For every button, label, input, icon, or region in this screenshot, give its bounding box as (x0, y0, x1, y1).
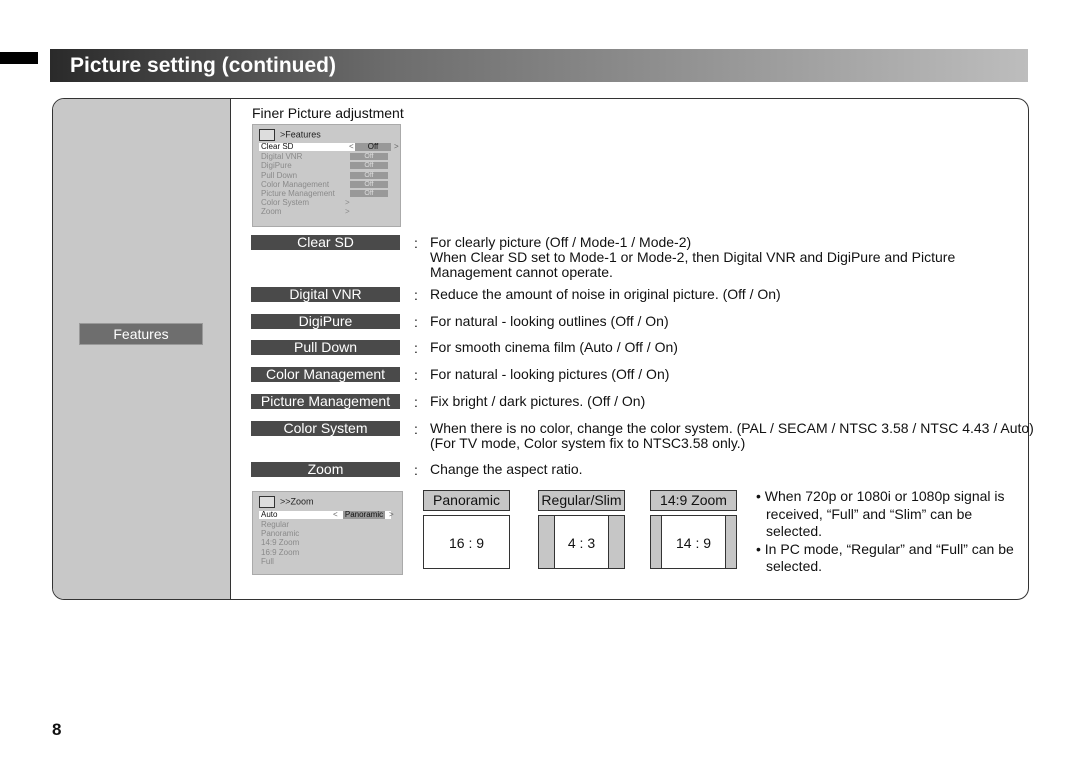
osd-row: Picture Management (261, 189, 335, 198)
picture-icon (259, 129, 275, 141)
osd-title: >>Zoom (280, 496, 314, 507)
aspect-diagram: 14 : 9 (650, 515, 737, 569)
feature-label: Digital VNR (251, 287, 400, 302)
header-bar: Picture setting (continued) (50, 49, 1028, 82)
osd-row-selected: Clear SD < Off > (259, 142, 399, 151)
feature-description: For natural - looking outlines (Off / On… (430, 313, 669, 329)
page-title: Picture setting (continued) (70, 54, 337, 77)
aspect-label: Regular/Slim (538, 490, 625, 511)
osd-row: 16:9 Zoom (261, 547, 300, 557)
aspect-diagram: 4 : 3 (538, 515, 625, 569)
feature-label: Color Management (251, 367, 400, 382)
osd-row: DigiPure (261, 161, 292, 171)
osd-row: Color Management (261, 179, 330, 189)
picture-icon (259, 496, 275, 508)
osd-title: >Features (280, 129, 321, 140)
feature-label: Picture Management (251, 394, 400, 409)
osd-row: Zoom (261, 207, 282, 217)
osd-row: Pull Down (261, 170, 298, 180)
feature-label: DigiPure (251, 314, 400, 329)
colon: : (414, 462, 418, 478)
feature-description: Change the aspect ratio. (430, 461, 583, 477)
feature-description: When there is no color, change the color… (430, 420, 1034, 451)
osd-row: Color System (261, 198, 310, 208)
osd-row: 14:9 Zoom (261, 538, 300, 548)
colon: : (414, 394, 418, 410)
section-tab-marker (0, 52, 38, 64)
colon: : (414, 367, 418, 383)
feature-description: For smooth cinema film (Auto / Off / On) (430, 339, 678, 355)
zoom-osd-menu: >>Zoom Auto < Panoramic > Regular Panoramic 1… (252, 491, 403, 575)
feature-label: Zoom (251, 462, 400, 477)
colon: : (414, 314, 418, 330)
colon: : (414, 235, 418, 251)
osd-selected-row: Auto < Panoramic > (259, 510, 394, 519)
feature-label: Color System (251, 421, 400, 436)
feature-description: For clearly picture (Off / Mode-1 / Mode… (430, 234, 956, 280)
aspect-label: Panoramic (423, 490, 510, 511)
osd-row: Panoramic (261, 529, 300, 539)
osd-row: Regular (261, 520, 290, 529)
colon: : (414, 421, 418, 437)
section-title: Finer Picture adjustment (252, 105, 404, 121)
feature-description: For natural - looking pictures (Off / On… (430, 366, 670, 382)
colon: : (414, 287, 418, 303)
aspect-diagram: 16 : 9 (423, 515, 510, 569)
note: • When 720p or 1080i or 1080p signal is … (756, 488, 1005, 539)
features-osd-menu: >Features Clear SD < Off > Digital VNR Off Dig… (252, 124, 401, 227)
feature-label: Clear SD (251, 235, 400, 250)
page-number: 8 (52, 720, 62, 739)
feature-description: Fix bright / dark pictures. (Off / On) (430, 393, 646, 409)
colon: : (414, 340, 418, 356)
feature-label: Pull Down (251, 340, 400, 355)
feature-description: Reduce the amount of noise in original p… (430, 286, 781, 302)
notes: • When 720p or 1080i or 1080p signal is … (756, 488, 1016, 576)
osd-row: Full (261, 556, 274, 566)
features-label: Features (79, 323, 203, 345)
side-column: Features (53, 99, 231, 599)
osd-row: Digital VNR (261, 152, 303, 162)
aspect-label: 14:9 Zoom (650, 490, 737, 511)
note: • In PC mode, “Regular” and “Full” can b… (756, 540, 1014, 575)
